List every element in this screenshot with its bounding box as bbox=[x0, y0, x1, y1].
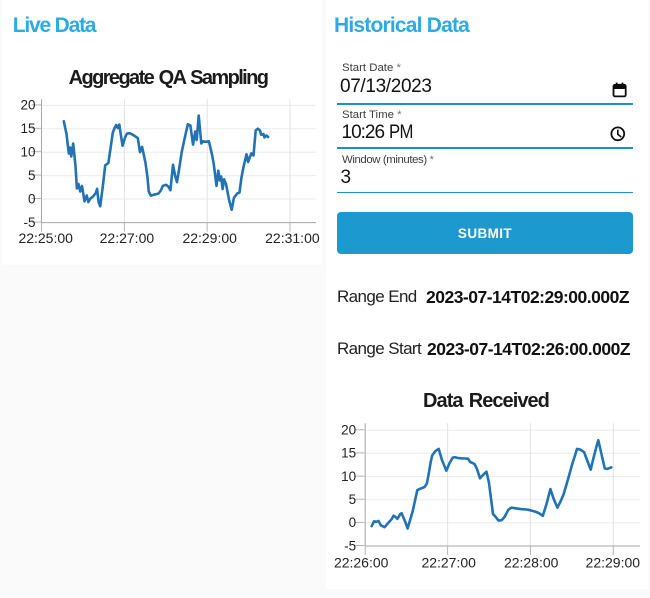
svg-text:5: 5 bbox=[349, 492, 357, 507]
svg-text:15: 15 bbox=[341, 446, 356, 461]
svg-text:0: 0 bbox=[28, 191, 36, 206]
svg-text:20: 20 bbox=[20, 98, 35, 113]
svg-text:15: 15 bbox=[20, 121, 35, 136]
svg-text:5: 5 bbox=[28, 168, 36, 183]
svg-text:22:25:00: 22:25:00 bbox=[18, 230, 73, 246]
svg-text:22:27:00: 22:27:00 bbox=[421, 555, 476, 571]
svg-text:0: 0 bbox=[349, 515, 357, 530]
svg-text:10: 10 bbox=[20, 145, 35, 160]
svg-text:-5: -5 bbox=[23, 215, 35, 230]
svg-text:22:27:00: 22:27:00 bbox=[100, 230, 155, 246]
svg-text:10: 10 bbox=[341, 469, 356, 484]
svg-text:Data Received: Data Received bbox=[423, 390, 549, 412]
svg-text:20: 20 bbox=[341, 423, 356, 438]
svg-text:22:29:00: 22:29:00 bbox=[586, 555, 641, 571]
svg-text:Aggregate QA Sampling: Aggregate QA Sampling bbox=[69, 67, 268, 89]
svg-text:-5: -5 bbox=[344, 538, 356, 553]
svg-text:22:31:00: 22:31:00 bbox=[265, 230, 320, 246]
svg-text:22:29:00: 22:29:00 bbox=[182, 230, 237, 246]
svg-text:22:28:00: 22:28:00 bbox=[504, 555, 559, 571]
svg-text:22:26:00: 22:26:00 bbox=[334, 555, 389, 571]
